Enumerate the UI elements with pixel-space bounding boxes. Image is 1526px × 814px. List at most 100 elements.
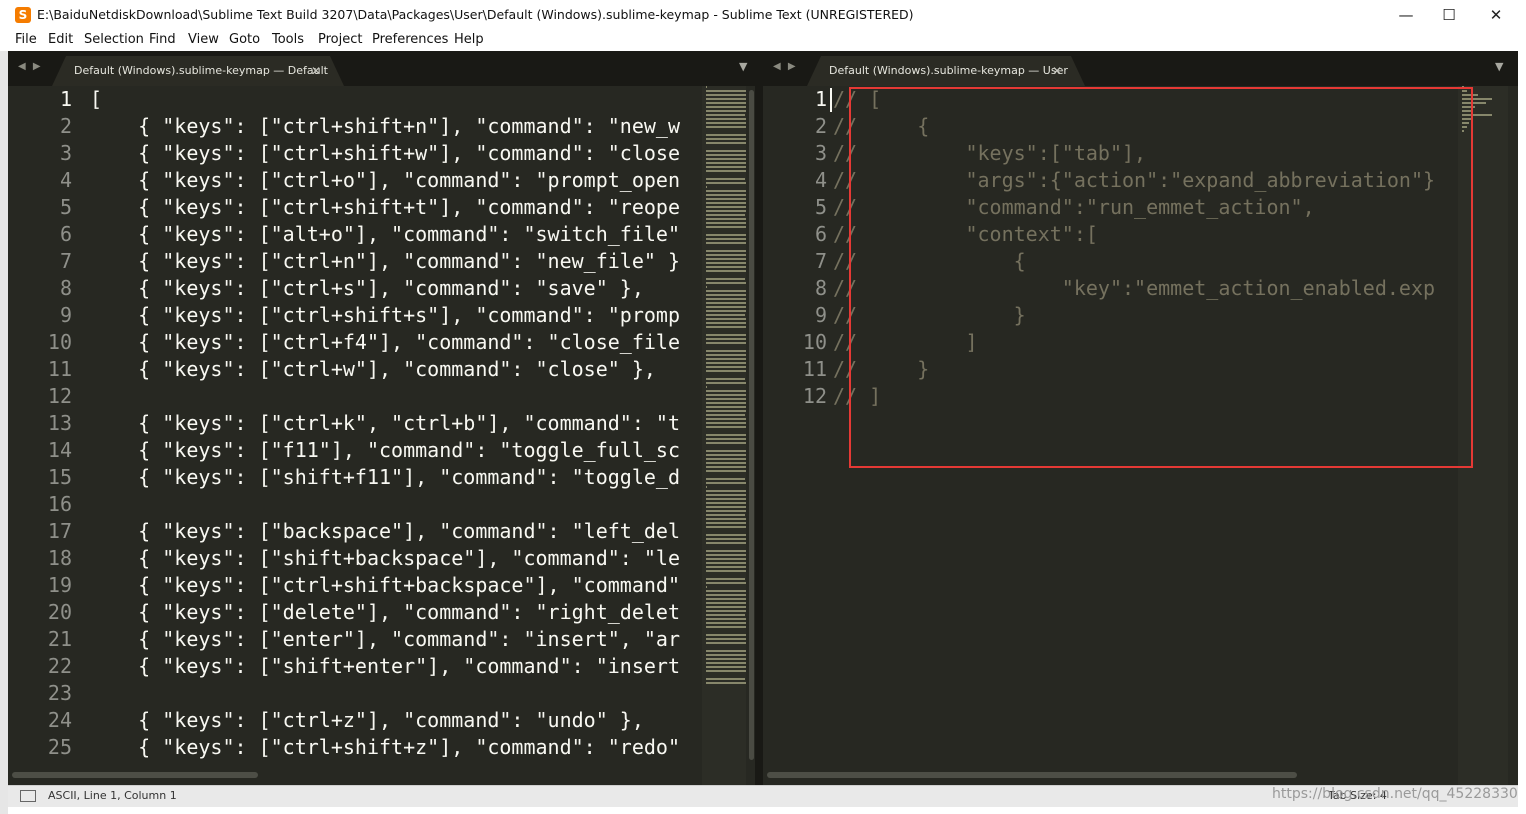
minimap-line xyxy=(706,234,746,236)
code-line[interactable]: // { xyxy=(833,113,929,140)
line-number: 11 xyxy=(47,357,72,381)
code-line[interactable]: { "keys": ["ctrl+shift+backspace"], "com… xyxy=(90,572,680,599)
code-line[interactable]: { "keys": ["ctrl+shift+z"], "command": "… xyxy=(90,734,680,761)
menu-tools[interactable]: Tools xyxy=(272,32,304,47)
minimap-line xyxy=(706,402,746,404)
code-line[interactable]: [ xyxy=(90,86,102,113)
code-line[interactable]: // ] xyxy=(833,329,978,356)
code-line[interactable]: { "keys": ["shift+f11"], "command": "tog… xyxy=(90,464,680,491)
vertical-scrollbar[interactable] xyxy=(749,90,754,760)
left-editor-pane[interactable]: 1 2 3 4 5 6 7 8 9 10 11 12 13 14 15 16 17 18 19 20 21 22 23 24 2… xyxy=(8,86,755,785)
line-number: 2 xyxy=(59,114,72,138)
chevron-down-icon[interactable]: ▼ xyxy=(1495,60,1503,73)
horizontal-scrollbar[interactable] xyxy=(12,772,258,778)
menu-help[interactable]: Help xyxy=(454,32,484,47)
line-number: 24 xyxy=(47,708,72,732)
code-line[interactable]: { "keys": ["shift+enter"], "command": "i… xyxy=(90,653,680,680)
right-editor-pane[interactable]: 1 2 3 4 5 6 7 8 9 10 11 12 // [// {// "keys":["tab"… xyxy=(763,86,1518,785)
panel-toggle-icon[interactable] xyxy=(20,790,36,802)
window-title: E:\BaiduNetdiskDownload\Sublime Text Bui… xyxy=(37,7,914,22)
line-number: 11 xyxy=(802,357,827,381)
tab-user-keymap[interactable]: Default (Windows).sublime-keymap — User … xyxy=(807,56,1085,86)
code-line[interactable]: // "context":[ xyxy=(833,221,1098,248)
menu-goto[interactable]: Goto xyxy=(229,32,260,47)
close-button[interactable]: ✕ xyxy=(1473,0,1519,30)
menu-project[interactable]: Project xyxy=(318,32,362,47)
left-tab-bar: ◀ ▶ Default (Windows).sublime-keymap — D… xyxy=(8,51,755,86)
maximize-button[interactable]: ☐ xyxy=(1426,0,1472,30)
code-line[interactable]: // } xyxy=(833,302,1026,329)
menu-edit[interactable]: Edit xyxy=(48,32,73,47)
minimap-line xyxy=(706,382,746,384)
code-line[interactable]: { "keys": ["ctrl+w"], "command": "close"… xyxy=(90,356,656,383)
pane-divider[interactable] xyxy=(755,51,763,785)
code-line[interactable]: { "keys": ["ctrl+shift+n"], "command": "… xyxy=(90,113,680,140)
code-line[interactable]: // ] xyxy=(833,383,881,410)
code-line[interactable]: { "keys": ["shift+backspace"], "command"… xyxy=(90,545,680,572)
line-number: 6 xyxy=(59,222,72,246)
tab-nav-arrows-icon[interactable]: ◀ ▶ xyxy=(18,61,43,72)
line-number: 4 xyxy=(59,168,72,192)
code-line[interactable]: // "key":"emmet_action_enabled.exp xyxy=(833,275,1435,302)
minimap-line xyxy=(706,142,746,144)
close-icon[interactable]: ✕ xyxy=(1052,56,1062,86)
tab-nav-arrows-icon[interactable]: ◀ ▶ xyxy=(773,61,798,72)
code-line[interactable]: { "keys": ["backspace"], "command": "lef… xyxy=(90,518,680,545)
minimap-line xyxy=(706,578,746,580)
code-line[interactable]: { "keys": ["alt+o"], "command": "switch_… xyxy=(90,221,680,248)
minimap-line xyxy=(706,410,746,412)
code-line[interactable]: { "keys": ["ctrl+shift+t"], "command": "… xyxy=(90,194,680,221)
minimap-line xyxy=(706,610,746,612)
minimap-line xyxy=(706,682,746,684)
chevron-down-icon[interactable]: ▼ xyxy=(739,60,747,73)
menu-find[interactable]: Find xyxy=(149,32,176,47)
code-line[interactable]: // "command":"run_emmet_action", xyxy=(833,194,1315,221)
code-line[interactable]: { "keys": ["ctrl+shift+s"], "command": "… xyxy=(90,302,680,329)
minimap-line xyxy=(706,498,746,500)
code-line[interactable]: // "keys":["tab"], xyxy=(833,140,1146,167)
code-area[interactable]: // [// {// "keys":["tab"],// "args":{"ac… xyxy=(833,86,1458,785)
minimap-line xyxy=(706,226,746,228)
line-number: 15 xyxy=(47,465,72,489)
minimap-line xyxy=(1462,106,1476,108)
code-line[interactable]: { "keys": ["f11"], "command": "toggle_fu… xyxy=(90,437,680,464)
code-line[interactable]: // "args":{"action":"expand_abbreviation… xyxy=(833,167,1435,194)
code-line[interactable]: { "keys": ["ctrl+o"], "command": "prompt… xyxy=(90,167,680,194)
menu-file[interactable]: File xyxy=(15,32,37,47)
code-area[interactable]: [ { "keys": ["ctrl+shift+n"], "command":… xyxy=(90,86,702,785)
minimap-line xyxy=(706,554,746,556)
minimap-line xyxy=(706,494,746,496)
minimap-line xyxy=(706,438,746,440)
minimap-line xyxy=(706,218,746,220)
horizontal-scrollbar[interactable] xyxy=(767,772,1297,778)
menu-view[interactable]: View xyxy=(188,32,219,47)
minimap[interactable] xyxy=(702,86,746,785)
minimap-line xyxy=(706,490,746,492)
code-line[interactable]: { "keys": ["ctrl+shift+w"], "command": "… xyxy=(90,140,680,167)
minimap-line xyxy=(706,670,746,672)
minimap-line xyxy=(706,266,746,268)
menu-selection[interactable]: Selection xyxy=(84,32,144,47)
minimap-line xyxy=(706,310,746,312)
code-line[interactable]: // [ xyxy=(833,86,881,113)
code-line[interactable]: // } xyxy=(833,356,929,383)
tab-default-keymap[interactable]: Default (Windows).sublime-keymap — Defau… xyxy=(52,56,344,86)
code-line[interactable]: { "keys": ["ctrl+n"], "command": "new_fi… xyxy=(90,248,680,275)
code-line[interactable]: { "keys": ["ctrl+f4"], "command": "close… xyxy=(90,329,680,356)
minimize-button[interactable]: — xyxy=(1383,0,1429,30)
code-line[interactable]: { "keys": ["delete"], "command": "right_… xyxy=(90,599,680,626)
code-line[interactable]: // { xyxy=(833,248,1026,275)
code-line[interactable]: { "keys": ["ctrl+z"], "command": "undo" … xyxy=(90,707,644,734)
minimap-line xyxy=(706,114,746,116)
line-number: 18 xyxy=(47,546,72,570)
code-line[interactable]: { "keys": ["ctrl+s"], "command": "save" … xyxy=(90,275,644,302)
code-line[interactable]: { "keys": ["enter"], "command": "insert"… xyxy=(90,626,680,653)
close-icon[interactable]: ✕ xyxy=(311,56,321,86)
line-number: 8 xyxy=(59,276,72,300)
minimap-line xyxy=(706,338,746,340)
minimap[interactable] xyxy=(1458,86,1508,785)
code-line[interactable]: { "keys": ["ctrl+k", "ctrl+b"], "command… xyxy=(90,410,680,437)
menu-preferences[interactable]: Preferences xyxy=(372,32,448,47)
minimap-line xyxy=(706,642,746,644)
minimap-line xyxy=(706,314,746,316)
